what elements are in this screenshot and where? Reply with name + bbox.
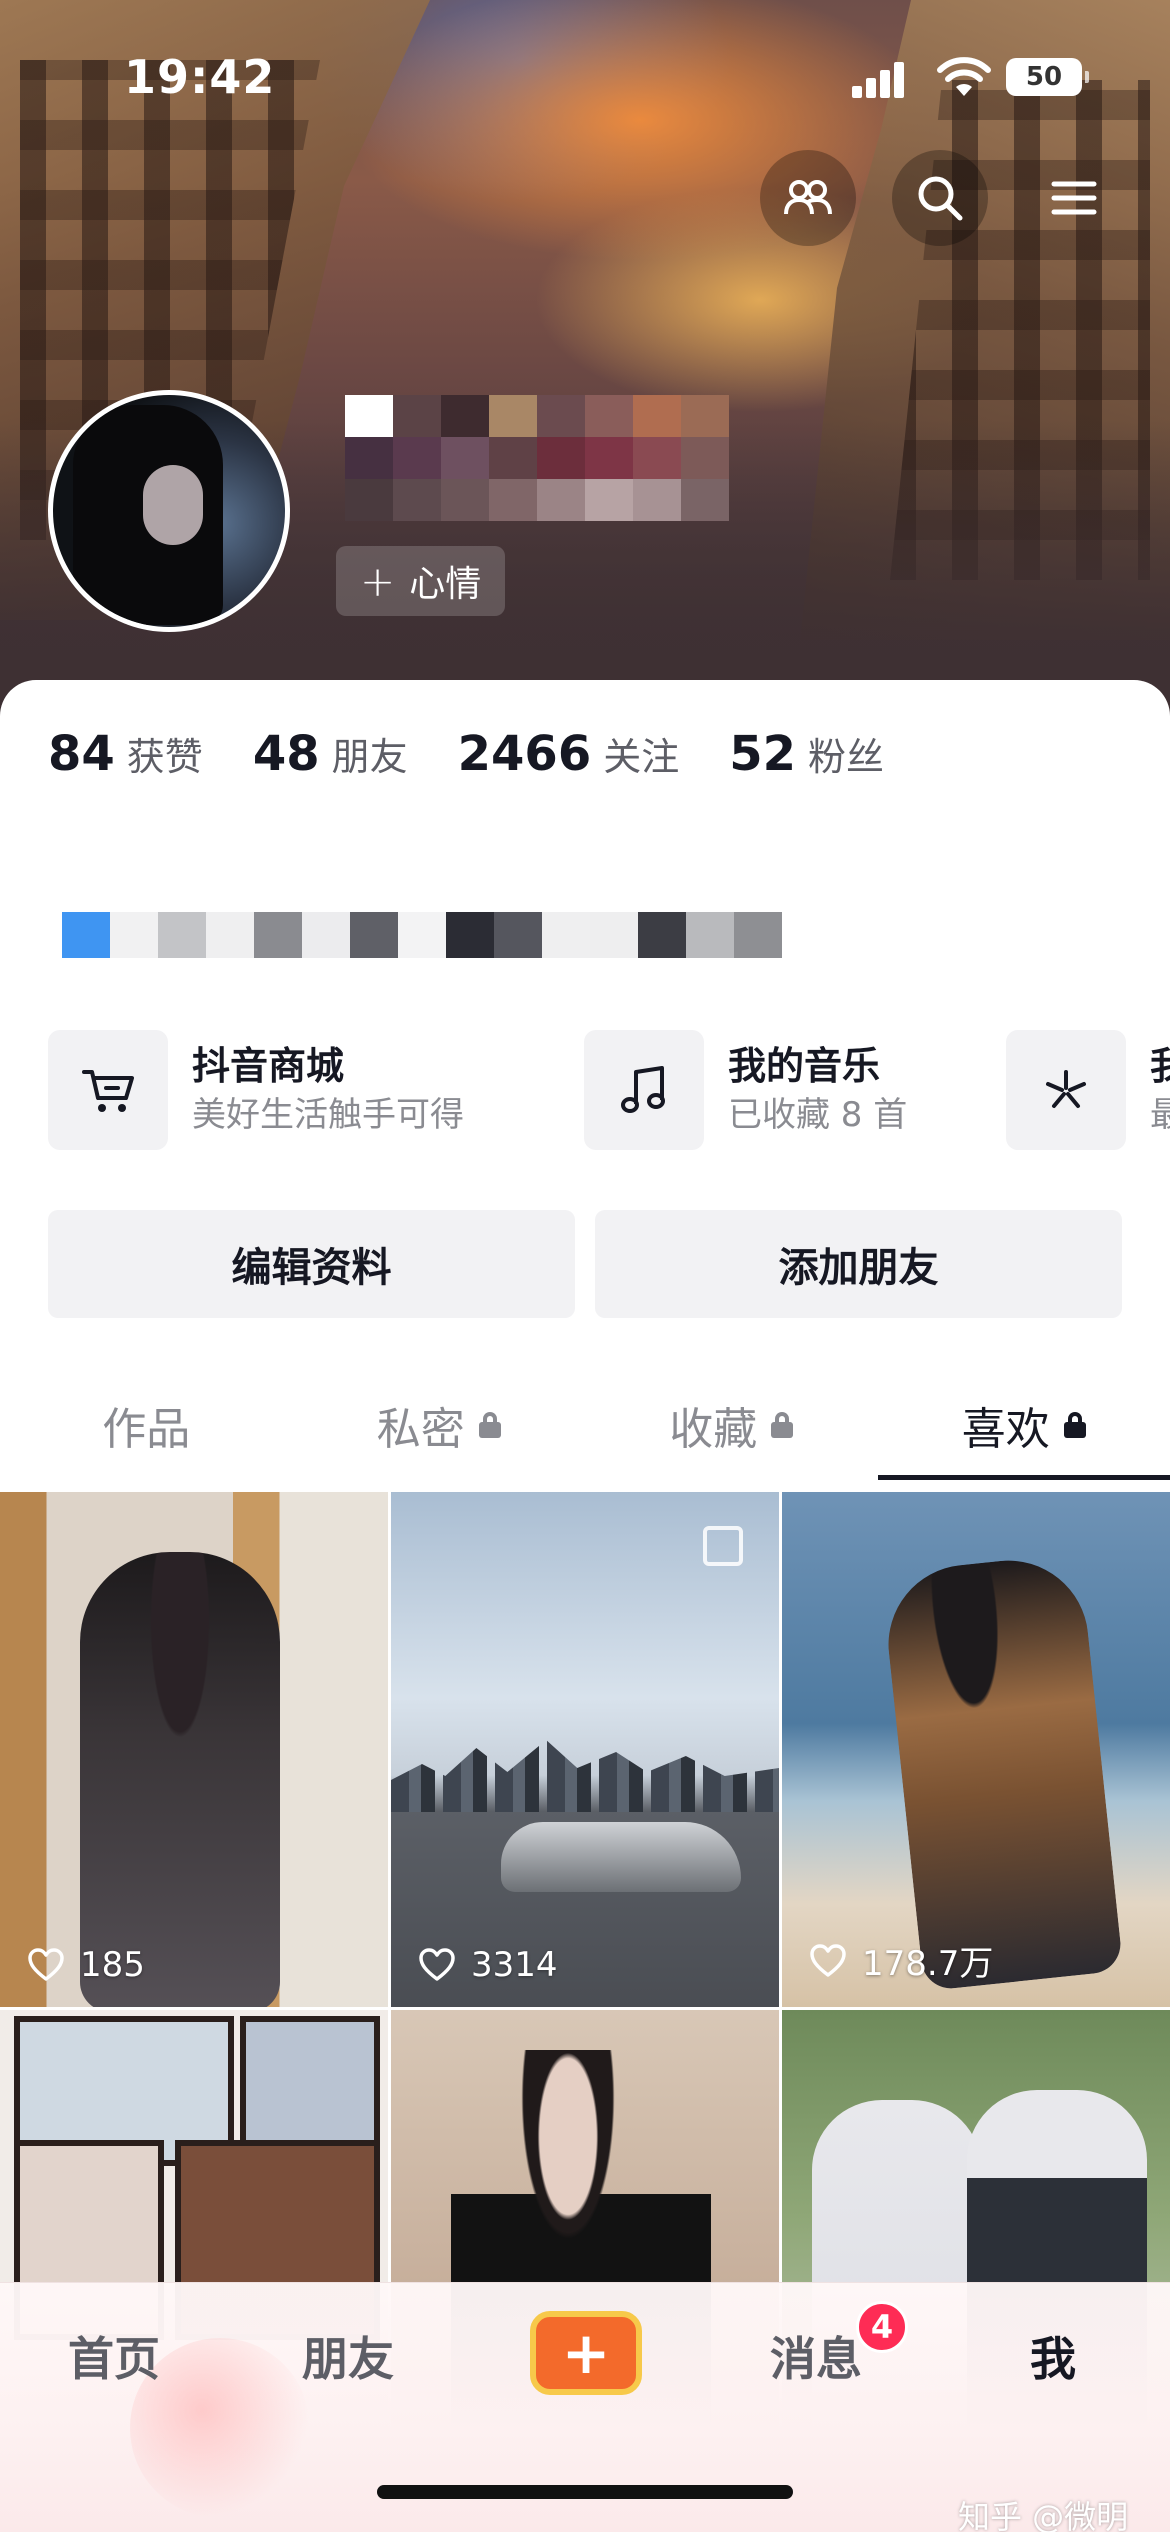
nav-home[interactable]: 首页 [68,2323,160,2389]
like-count-value: 178.7万 [862,1944,994,1984]
shortcut-title: 我的音乐 [728,1044,881,1088]
stat-following[interactable]: 2466 关注 [458,726,680,782]
stats-row: 84 获赞 48 朋友 2466 关注 52 粉丝 [48,726,884,782]
username-mosaic [345,395,729,521]
stat-label: 朋友 [331,735,408,779]
music-note-icon [621,1066,665,1113]
video-thumbnail[interactable]: 178.7万 [782,1492,1170,2007]
heart-icon [419,1948,455,1981]
nav-messages[interactable]: 消息 [770,2323,862,2389]
stat-label: 获赞 [126,735,203,779]
nav-friends[interactable]: 朋友 [302,2323,394,2389]
sparkle-icon [1046,1070,1086,1108]
heart-icon [28,1948,64,1981]
shortcut-title: 抖音商城 [192,1044,345,1088]
shortcut-subtitle: 美好生活触手可得 [192,1095,464,1135]
watermark: 知乎 @微明 [958,2498,1129,2532]
stat-value: 52 [729,726,797,782]
wifi-icon [937,57,991,96]
search-button[interactable] [892,150,988,246]
tab-label: 喜欢 [961,1404,1050,1455]
stat-value: 2466 [457,726,592,782]
thumbnail-figure [80,1552,280,2007]
tab-likes[interactable]: 喜欢 [877,1370,1170,1480]
stat-followers[interactable]: 52 粉丝 [729,726,884,782]
thumbnail-car [501,1822,741,1892]
shortcut-subtitle: 最 [1150,1095,1170,1135]
shortcut-mall[interactable]: 抖音商城 美好生活触手可得 [48,1030,464,1150]
content-tabs: 作品 私密 收藏 喜欢 [0,1370,1170,1480]
thumbnail-skyline [391,1740,779,1812]
shortcut-icon-box [1006,1030,1126,1150]
like-count: 178.7万 [808,1936,993,1985]
tab-label: 私密 [376,1404,465,1455]
menu-button[interactable] [1026,150,1122,246]
status-time: 19:42 [124,50,276,104]
add-friends-button[interactable]: 添加朋友 [595,1210,1122,1318]
video-thumbnail[interactable]: 3314 [391,1492,779,2007]
stat-value: 84 [48,726,115,782]
shortcut-subtitle: 已收藏 8 首 [728,1095,908,1135]
like-count: 3314 [417,1945,558,1985]
thumbnail-figure [880,1552,1124,1992]
bio-mosaic [62,912,782,958]
messages-badge: 4 [856,2301,908,2353]
shortcut-icon-box [48,1030,168,1150]
lock-icon [1063,1412,1086,1438]
tab-private[interactable]: 私密 [293,1370,586,1480]
cellular-signal-icon [852,58,912,98]
shortcuts-row: 抖音商城 美好生活触手可得 我的音乐 已收藏 8 首 我 最 [48,1030,1170,1160]
like-count: 185 [26,1945,145,1985]
video-thumbnail[interactable]: 185 [0,1492,388,2007]
stat-friends[interactable]: 48 朋友 [253,726,408,782]
create-button[interactable]: + [530,2311,642,2395]
shortcut-icon-box [584,1030,704,1150]
stat-label: 关注 [603,735,680,779]
plus-icon: + [360,556,396,606]
lock-icon [478,1412,501,1438]
people-icon [784,180,832,215]
shortcut-title: 我 [1150,1044,1170,1088]
like-count-value: 3314 [471,1945,558,1985]
stat-value: 48 [252,726,320,782]
stat-label: 粉丝 [808,735,885,779]
tab-works[interactable]: 作品 [0,1370,293,1480]
mood-button-label: 心情 [409,564,482,605]
tab-label: 作品 [102,1404,191,1455]
avatar[interactable] [48,390,290,632]
like-count-value: 185 [80,1945,145,1985]
search-icon [918,176,963,221]
hamburger-menu-icon [1051,181,1097,215]
avatar-face [143,465,203,545]
profile-actions: 编辑资料 添加朋友 [48,1210,1122,1318]
multi-image-icon [703,1526,743,1566]
status-bar: 19:42 50 [0,0,1170,150]
lock-icon [771,1412,794,1438]
nav-me[interactable]: 我 [1030,2323,1076,2389]
shortcut-music[interactable]: 我的音乐 已收藏 8 首 [584,1030,907,1150]
edit-profile-button[interactable]: 编辑资料 [48,1210,575,1318]
shortcut-more[interactable]: 我 最 [1006,1030,1170,1150]
mood-button[interactable]: + 心情 [336,546,506,616]
battery-indicator: 50 [1006,58,1089,96]
friends-button[interactable] [760,150,856,246]
home-indicator [377,2485,793,2499]
tab-label: 收藏 [669,1404,758,1455]
cart-icon [82,1070,134,1112]
heart-icon [810,1943,846,1977]
tab-favorites[interactable]: 收藏 [585,1370,878,1480]
stat-likes[interactable]: 84 获赞 [48,726,203,782]
